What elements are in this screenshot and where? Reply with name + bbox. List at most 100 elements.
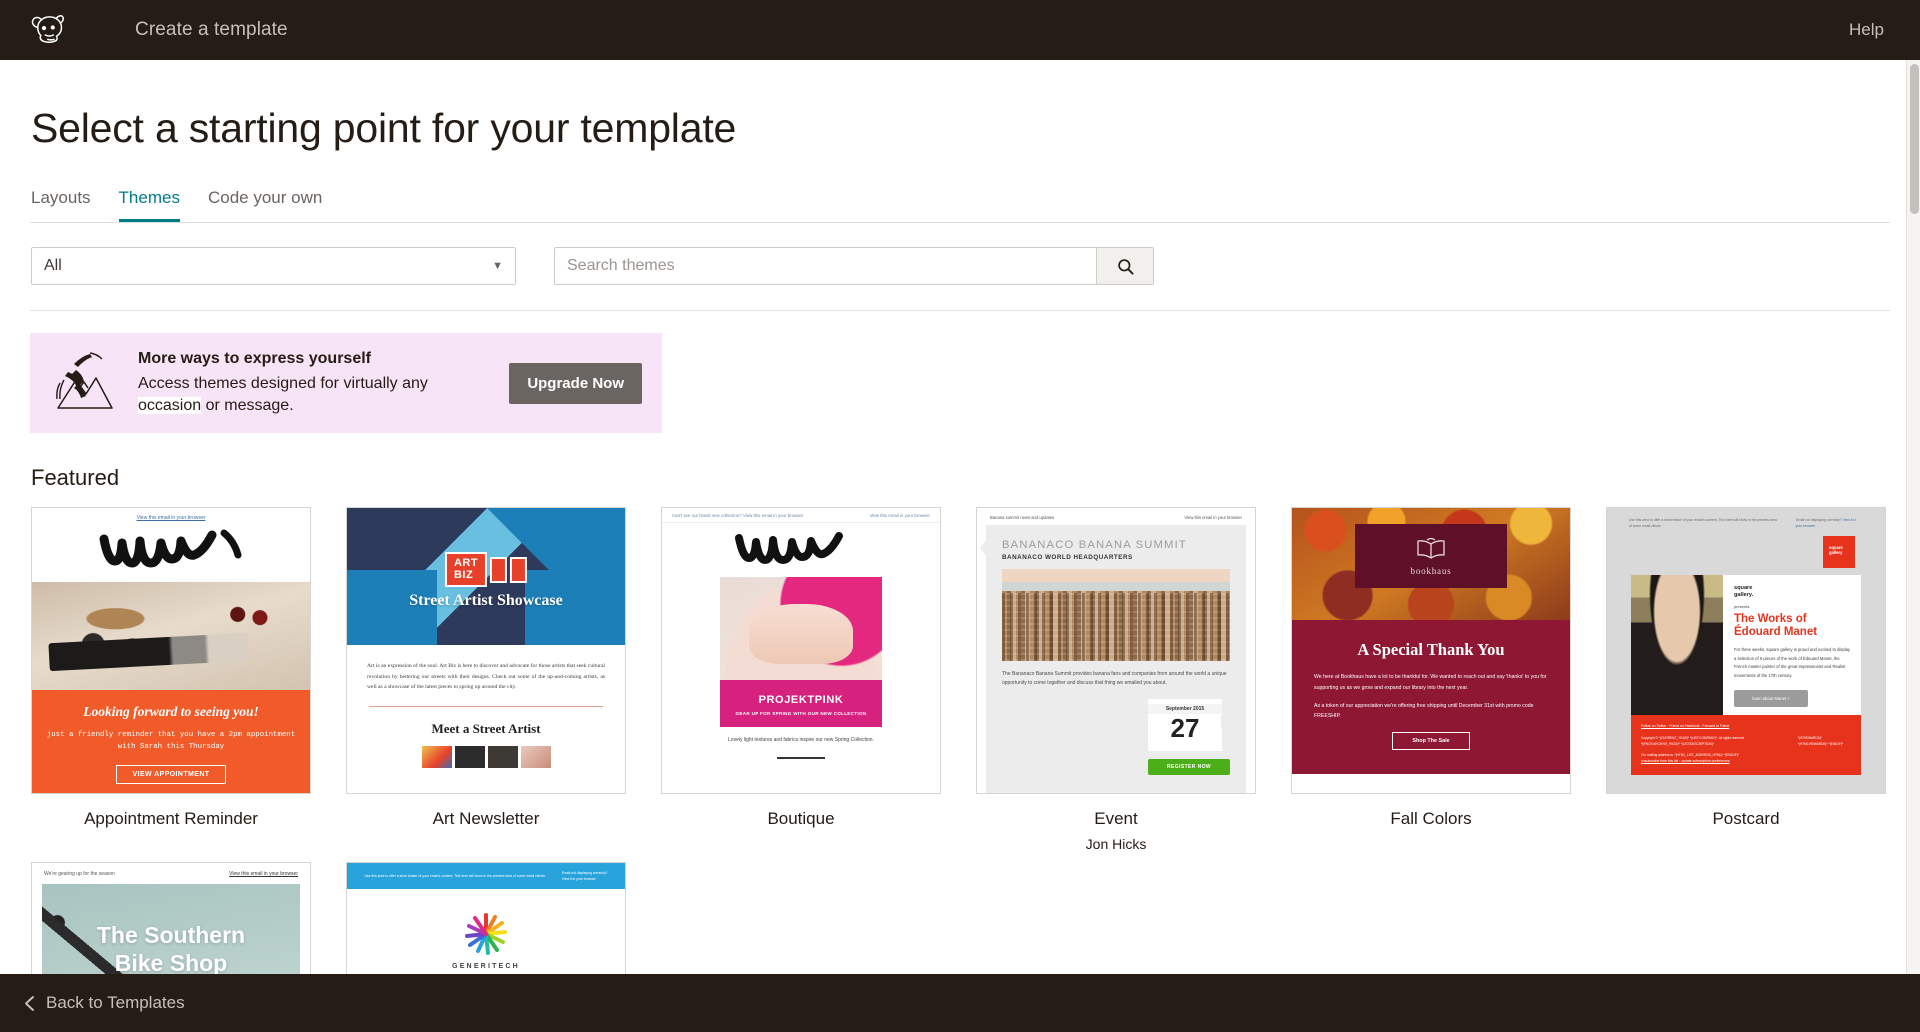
preview-title: BANANACO BANANA SUMMIT bbox=[1002, 539, 1187, 552]
preview-preheader-bar: Use this area to offer a short teaser of… bbox=[347, 863, 625, 890]
template-thumbnail[interactable]: Can't see our brand new collection? View… bbox=[661, 507, 941, 795]
template-card-postcard[interactable]: Use this area to offer a short teaser of… bbox=[1606, 507, 1886, 852]
preheader-left: We're gearing up for the season bbox=[44, 871, 115, 878]
worn-logo-icon bbox=[662, 523, 940, 577]
template-card-event[interactable]: Banana summit news and updates View this… bbox=[976, 507, 1256, 852]
preview-headline: The Southern Bike Shop bbox=[42, 922, 300, 977]
preview-preheader-row: Use this area to offer a short teaser of… bbox=[1615, 516, 1877, 536]
preview-body-2: As a token of our appreciation we're off… bbox=[1314, 703, 1534, 720]
preview-body: Art is an expression of the soul. Art Bi… bbox=[367, 663, 605, 690]
bookhaus-logo-icon: bookhaus bbox=[1355, 524, 1507, 589]
bottom-action-bar: Back to Templates bbox=[0, 974, 1920, 1032]
preview-brand: square gallery. bbox=[1734, 585, 1851, 599]
preview-subtitle: BANANACO WORLD HEADQUARTERS bbox=[1002, 554, 1133, 562]
scrollbar-thumb[interactable] bbox=[1910, 64, 1919, 214]
template-thumbnail[interactable]: Use this area to offer a short teaser of… bbox=[1606, 507, 1886, 795]
upgrade-now-button[interactable]: Upgrade Now bbox=[509, 362, 642, 404]
preview-photo bbox=[32, 582, 310, 691]
preview-thumbnail-row bbox=[347, 746, 625, 769]
logo-line-1: ART bbox=[453, 557, 479, 570]
search-button[interactable] bbox=[1096, 247, 1154, 285]
top-navigation-bar: Create a template Help bbox=[0, 0, 1920, 60]
tab-themes[interactable]: Themes bbox=[118, 188, 180, 222]
preview-divider bbox=[369, 706, 603, 708]
preview-date-row: September 2015 27 REGISTER NOW bbox=[1002, 698, 1230, 775]
page-title: Select a starting point for your templat… bbox=[31, 105, 737, 151]
tab-code-your-own[interactable]: Code your own bbox=[208, 188, 322, 222]
preview-preheader: View this email in your browser bbox=[136, 515, 206, 522]
preview-body: just a friendly reminder that you have a… bbox=[46, 731, 296, 752]
preview-date-column: September 2015 27 REGISTER NOW bbox=[1148, 698, 1230, 775]
template-thumbnail[interactable]: bookhaus A Special Thank You We here at … bbox=[1291, 507, 1571, 795]
preheader-left: Banana summit news and updates bbox=[990, 515, 1055, 521]
mailchimp-freddie-icon[interactable] bbox=[26, 7, 72, 53]
headline-line-1: The Southern bbox=[96, 922, 246, 949]
badge-line-1: square bbox=[1829, 544, 1843, 550]
preview-headline: A Special Thank You bbox=[1357, 640, 1505, 660]
chevron-down-icon: ▼ bbox=[492, 260, 503, 272]
preview-cta-button: REGISTER NOW bbox=[1148, 758, 1230, 775]
preview-painting bbox=[1631, 574, 1723, 715]
page-scrollbar[interactable] bbox=[1906, 60, 1920, 1032]
preview-headline: Street Artist Showcase bbox=[409, 592, 563, 610]
template-card-boutique[interactable]: Can't see our brand new collection? View… bbox=[661, 507, 941, 852]
promo-body-after: or message. bbox=[201, 396, 294, 414]
preheader-right-label: Email not displaying correctly? bbox=[1795, 518, 1842, 523]
template-card-label: Art Newsletter bbox=[432, 809, 540, 829]
preview-maroon-block: A Special Thank You We here at Bookhaus … bbox=[1292, 620, 1570, 774]
preview-cta-button: VIEW APPOINTMENT bbox=[116, 764, 226, 784]
headline-line-2: Bike Shop bbox=[114, 949, 228, 976]
template-thumbnail[interactable]: Banana summit news and updates View this… bbox=[976, 507, 1256, 795]
preview-caption: Lovely light textures and fabrics inspir… bbox=[728, 737, 874, 744]
template-card-appointment-reminder[interactable]: View this email in your browser Looking … bbox=[31, 507, 311, 852]
preview-sheet: square gallery. presents The Works of Éd… bbox=[1631, 574, 1861, 715]
generitech-burst-icon bbox=[463, 911, 509, 957]
promo-text-block: More ways to express yourself Access the… bbox=[138, 350, 478, 416]
template-card-label: Event bbox=[1094, 809, 1138, 829]
template-card-fall-colors[interactable]: bookhaus A Special Thank You We here at … bbox=[1291, 507, 1571, 852]
search-themes-group bbox=[554, 247, 1154, 285]
filter-row: All ▼ bbox=[30, 247, 1890, 285]
template-card-label: Appointment Reminder bbox=[84, 809, 258, 829]
preview-section-title: Meet a Street Artist bbox=[431, 721, 541, 737]
featured-heading: Featured bbox=[31, 465, 120, 491]
tab-layouts[interactable]: Layouts bbox=[31, 188, 91, 222]
template-thumbnail[interactable]: ART BIZ Street Artist Showcase Art is an… bbox=[346, 507, 626, 795]
template-card-label: Boutique bbox=[767, 809, 835, 829]
preview-logo-text: bookhaus bbox=[1410, 566, 1452, 577]
promo-body-highlight: occasion bbox=[138, 396, 202, 414]
template-thumbnail[interactable]: View this email in your browser Looking … bbox=[31, 507, 311, 795]
template-card-author: Jon Hicks bbox=[1085, 836, 1147, 853]
upgrade-promo-banner: More ways to express yourself Access the… bbox=[30, 333, 662, 434]
preview-date-day: 27 bbox=[1170, 712, 1200, 743]
preview-body-1: We here at Bookhaus have a lot to be tha… bbox=[1314, 674, 1547, 691]
help-link[interactable]: Help bbox=[1849, 20, 1884, 40]
section-divider bbox=[30, 310, 1890, 311]
preview-hero: ART BIZ Street Artist Showcase bbox=[347, 508, 625, 646]
promo-body-before: Access themes designed for virtually any bbox=[138, 375, 428, 392]
preheader-right: Email not displaying correctly? View it … bbox=[1796, 518, 1863, 530]
preview-panel: BANANACO BANANA SUMMIT BANANACO WORLD HE… bbox=[980, 525, 1246, 793]
footer-unsubscribe: unsubscribe from this list · update subs… bbox=[1641, 759, 1730, 764]
logo-line-2: BIZ bbox=[453, 569, 474, 582]
template-grid: View this email in your browser Looking … bbox=[30, 507, 1890, 1032]
search-input[interactable] bbox=[554, 247, 1096, 285]
preview-preheader-row: We're gearing up for the season View thi… bbox=[32, 863, 310, 884]
preview-banner-title: PROJEKTPINK bbox=[758, 694, 844, 707]
preview-pink-banner: PROJEKTPINK GEAR UP FOR SPRING WITH OUR … bbox=[720, 680, 882, 728]
back-to-templates-link[interactable]: Back to Templates bbox=[24, 993, 185, 1013]
promo-title: More ways to express yourself bbox=[138, 350, 371, 367]
category-select[interactable]: All ▼ bbox=[31, 247, 516, 285]
preview-banner-sub: GEAR UP FOR SPRING WITH OUR NEW COLLECTI… bbox=[735, 711, 867, 717]
template-card-art-newsletter[interactable]: ART BIZ Street Artist Showcase Art is an… bbox=[346, 507, 626, 852]
preheader-left: Use this area to offer a short teaser of… bbox=[1629, 518, 1777, 528]
preheader-right-link: View it in your browser bbox=[561, 877, 596, 882]
template-card-label: Fall Colors bbox=[1390, 809, 1472, 829]
preview-orange-block: Looking forward to seeing you! just a fr… bbox=[32, 690, 310, 794]
preheader-right: Email not displaying correctly? View it … bbox=[562, 870, 608, 882]
preview-preheader-row: Banana summit news and updates View this… bbox=[986, 515, 1246, 525]
preheader-right: View this email in your browser bbox=[869, 513, 930, 519]
search-icon bbox=[1117, 258, 1134, 275]
footer-links: Follow on Twitter · Friend on Facebook ·… bbox=[1641, 723, 1730, 728]
preview-bottom-rule bbox=[777, 757, 825, 760]
